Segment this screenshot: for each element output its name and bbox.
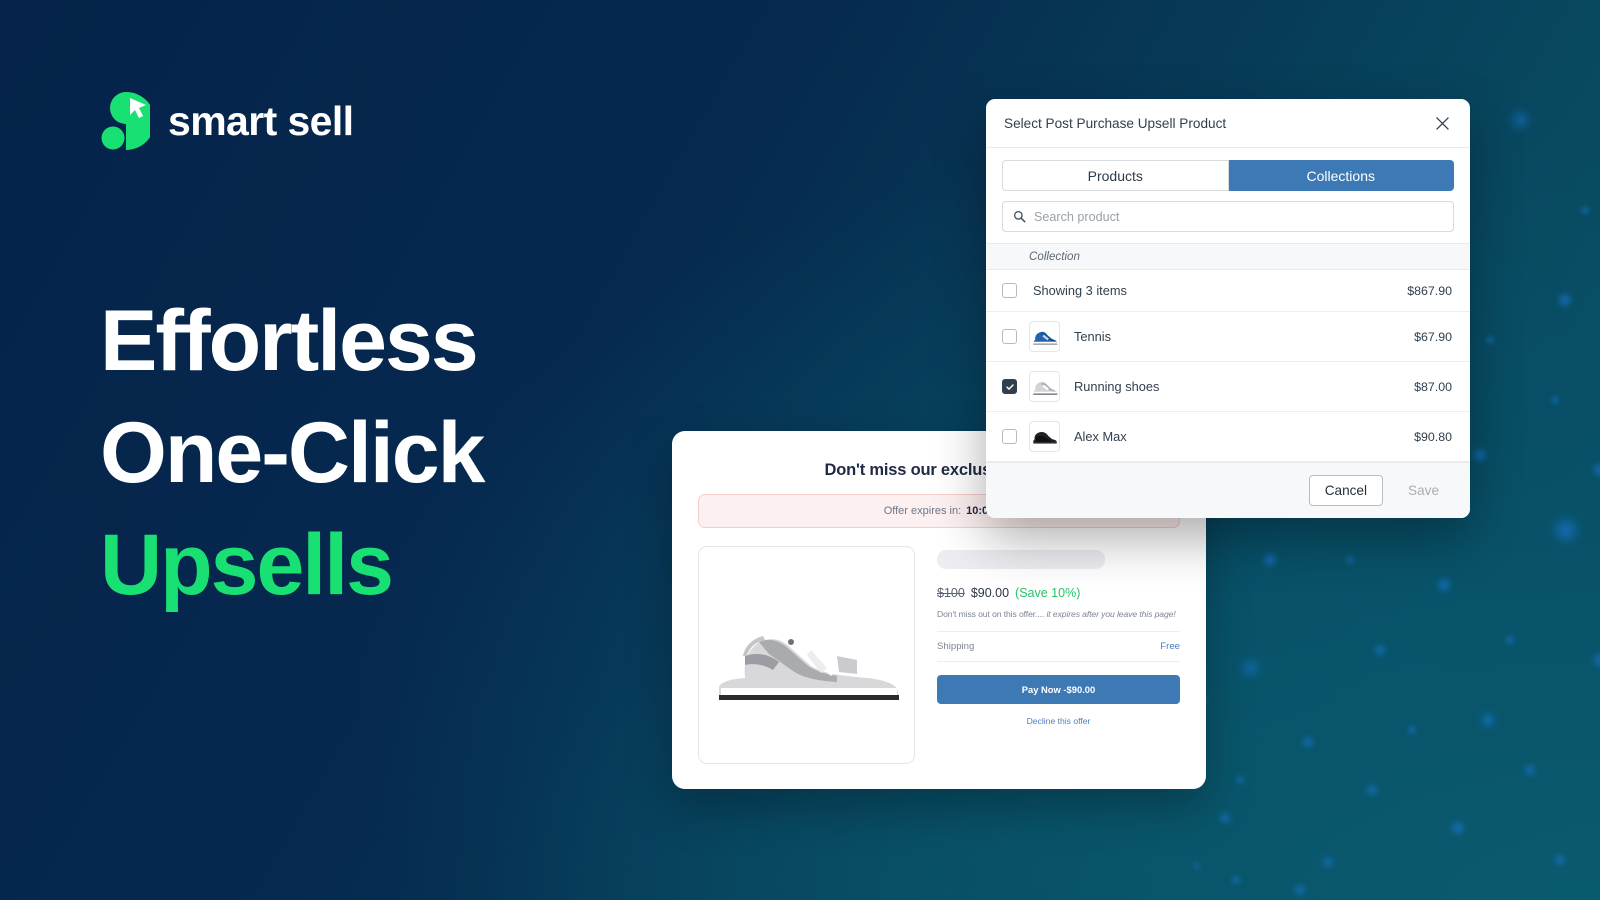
row-checkbox[interactable] (1002, 329, 1017, 344)
blue-sneaker-glyph (1032, 331, 1057, 345)
price-row: $100 $90.00 (Save 10%) (937, 586, 1180, 600)
headline-line-3: Upsells (100, 516, 394, 613)
row-price: $67.90 (1414, 329, 1452, 344)
brand-name: smart sell (168, 97, 354, 144)
product-image (698, 546, 915, 764)
check-icon (1005, 383, 1014, 390)
grey-sneaker-glyph (1032, 381, 1057, 395)
select-upsell-product-modal: Select Post Purchase Upsell Product Prod… (986, 99, 1470, 518)
source-tabs: Products Collections (986, 148, 1470, 191)
shipping-row: Shipping Free (937, 631, 1180, 662)
blue-sneaker-icon (1029, 321, 1060, 352)
search-input[interactable] (1034, 209, 1443, 224)
shipping-label: Shipping (937, 641, 975, 652)
row-price: $90.80 (1414, 429, 1452, 444)
brand-logo: smart sell (100, 92, 354, 150)
row-checkbox[interactable] (1002, 429, 1017, 444)
black-sneaker-icon (1029, 421, 1060, 452)
search-box[interactable] (1002, 201, 1454, 232)
row-label: Tennis (1074, 329, 1111, 344)
pay-now-button[interactable]: Pay Now -$90.00 (937, 675, 1180, 704)
close-icon-glyph (1435, 116, 1449, 130)
urgency-text-italic: it expires after you leave this page! (1046, 609, 1176, 619)
product-title-placeholder (937, 550, 1105, 569)
table-row[interactable]: Running shoes $87.00 (986, 362, 1470, 412)
black-sneaker-glyph (1032, 431, 1057, 444)
search-icon (1013, 210, 1026, 223)
urgency-text-main: Don't miss out on this offer.... (937, 609, 1045, 619)
price-original: $100 (937, 586, 965, 600)
modal-header: Select Post Purchase Upsell Product (986, 99, 1470, 148)
price-discounted: $90.00 (970, 586, 1010, 600)
row-label: Running shoes (1074, 379, 1160, 394)
row-label: Alex Max (1074, 429, 1127, 444)
row-checkbox[interactable] (1002, 379, 1017, 394)
table-row[interactable]: Alex Max $90.80 (986, 412, 1470, 462)
search-section (986, 191, 1470, 243)
row-price: $867.90 (1407, 283, 1452, 298)
row-price: $87.00 (1414, 379, 1452, 394)
table-row[interactable]: Tennis $67.90 (986, 312, 1470, 362)
cancel-button[interactable]: Cancel (1308, 475, 1384, 506)
tab-collections[interactable]: Collections (1228, 160, 1454, 191)
offer-countdown-label: Offer expires in: (883, 505, 962, 517)
grey-sneaker-icon (1029, 371, 1060, 402)
row-checkbox[interactable] (1002, 283, 1017, 298)
page-title: Effortless One-Click Upsells (100, 286, 740, 621)
close-icon[interactable] (1429, 110, 1455, 136)
save-button[interactable]: Save (1395, 475, 1452, 506)
headline-line-1: Effortless (100, 293, 479, 389)
modal-footer: Cancel Save (986, 462, 1470, 518)
row-label: Showing 3 items (1033, 283, 1127, 298)
grey-running-sneaker-icon (718, 636, 899, 700)
table-row[interactable]: Showing 3 items $867.90 (986, 270, 1470, 312)
modal-title: Select Post Purchase Upsell Product (1004, 115, 1227, 131)
headline-line-2: One-Click (100, 404, 485, 501)
smart-sell-cursor-logo-icon (101, 92, 150, 150)
shipping-value: Free (1160, 641, 1180, 652)
tab-products[interactable]: Products (1002, 160, 1229, 191)
list-header-label: Collection (1029, 250, 1080, 263)
collection-list: Showing 3 items $867.90 Tennis $67.90 Ru… (986, 270, 1470, 462)
list-header: Collection (986, 243, 1470, 270)
decline-offer-link[interactable]: Decline this offer (937, 716, 1180, 726)
price-save-badge: (Save 10%) (1015, 586, 1081, 600)
urgency-text: Don't miss out on this offer.... it expi… (937, 609, 1180, 619)
